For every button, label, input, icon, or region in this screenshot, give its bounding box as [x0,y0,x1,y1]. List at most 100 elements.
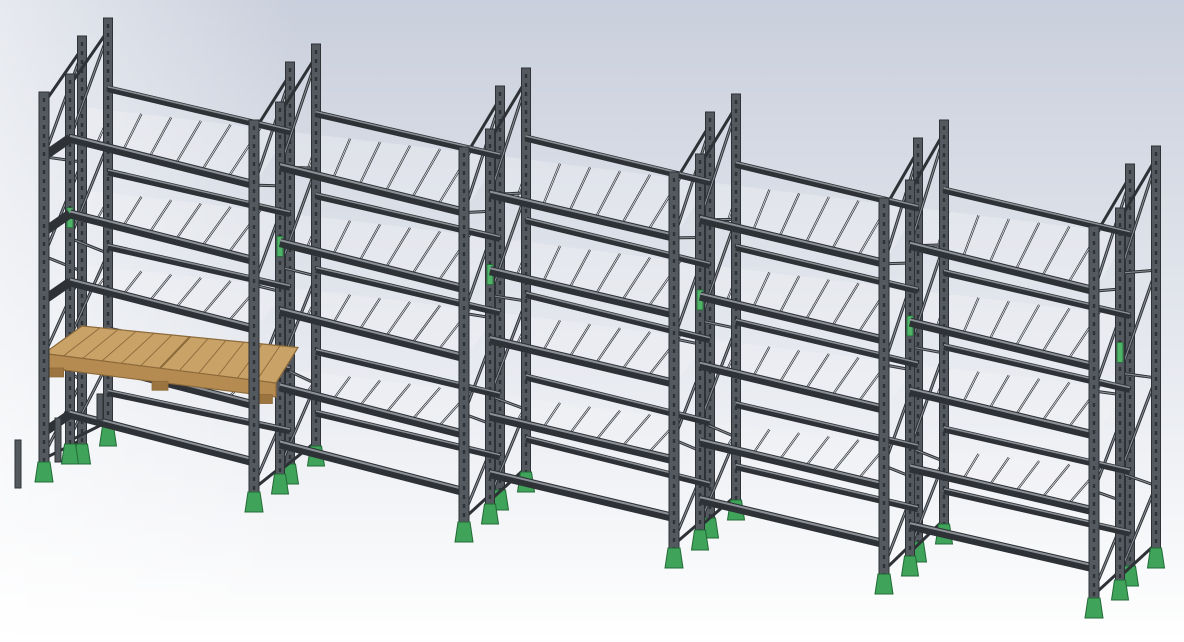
frame-4-front-post-top-hole [882,465,886,469]
frame-3-front-post-top-hole [672,394,676,398]
frame-5-front-post-top-hole [1092,259,1096,263]
frame-0-front-post-1-hole [68,170,72,174]
frame-3-back-post-0-hole [708,199,712,203]
frame-1-front-post-1-hole [278,459,282,463]
frame-2-front-post-top-hole [462,225,466,229]
frame-3-back-post-1-hole [734,262,738,266]
frame-2-back-post-0-hole [498,425,502,429]
cad-viewport[interactable] [0,0,1184,642]
frame-4-front-post-1-hole [908,366,912,370]
frame-5-back-post-0-hole [1128,296,1132,300]
frame-3-back-post-1-hole [734,109,738,113]
frame-4-front-post-top-hole [882,348,886,352]
frame-5-front-post-1-hole [1118,250,1122,254]
frame-1-back-post-1-hole [314,302,318,306]
rack-assembly-view [0,0,1184,642]
frame-2-back-post-0-hole [498,146,502,150]
frame-5-front-post-1-hole [1118,439,1122,443]
frame-1-back-post-0-hole [288,293,292,297]
frame-3-front-post-1-hole [698,385,702,389]
frame-3-back-post-1-hole [734,487,738,491]
frame-0-back-post-0-hole [80,384,84,388]
frame-1-back-post-1-hole [314,419,318,423]
frame-3-front-post-1-hole [698,196,702,200]
frame-1-front-post-1-foot-plate [270,473,290,495]
frame-2-front-post-top-hole [462,270,466,274]
frame-0-front-post-top-hole [42,152,46,156]
frame-0-front-post-top-hole [42,377,46,381]
frame-5-back-post-1-hole [1154,359,1158,363]
frame-3-back-post-1-hole [734,217,738,221]
frame-5-front-post-top-hole [1092,304,1096,308]
frame-4-front-post-1-hole [908,456,912,460]
frame-3-back-post-1-hole [734,235,738,239]
frame-4-front-post-1-hole [908,375,912,379]
frame-4-back-post-0-hole [916,198,920,202]
frame-5-back-post-1-hole [1154,287,1158,291]
frame-0-front-post-1-hole [68,107,72,111]
frame-4-front-post-1-hole [908,222,912,226]
frame-2-back-post-1-hole [524,182,528,186]
frame-1-front-post-top-hole [252,369,256,373]
frame-5-back-post-0-hole [1128,278,1132,282]
frame-1-front-post-1-hole [278,135,282,139]
frame-0-back-post-0-hole [80,321,84,325]
frame-4-back-post-0-hole [916,297,920,301]
frame-3-front-post-top-hole [672,529,676,533]
frame-2-front-post-top-hole [462,360,466,364]
frame-5-spacer-1 [1116,341,1124,363]
frame-5-back-post-1-hole [1154,332,1158,336]
frame-5-front-post-top-hole [1092,376,1096,380]
frame-2-back-post-1-hole [524,389,528,393]
frame-1-front-post-1-hole [278,216,282,220]
frame-1-front-post-top-hole [252,405,256,409]
frame-1-front-post-top-hole [252,171,256,175]
frame-5-back-post-1-hole [1154,305,1158,309]
frame-0-back-post-0-hole [80,159,84,163]
frame-0-back-post-0-hole [80,429,84,433]
frame-4-front-post-top-hole [882,519,886,523]
frame-0-front-post-top-hole [42,116,46,120]
frame-1-back-post-0-hole [288,203,292,207]
frame-4-front-post-top-hole [882,555,886,559]
frame-0-front-post-1-hole [68,188,72,192]
frame-1-front-post-top-hole [252,423,256,427]
frame-5-back-post-1-hole [1154,458,1158,462]
frame-1-front-post-1-hole [278,180,282,184]
frame-1-back-post-1-hole [314,230,318,234]
frame-5-front-post-1-hole [1118,394,1122,398]
frame-3-back-post-1-hole [734,208,738,212]
frame-4-front-post-1-hole [908,537,912,541]
frame-3-front-post-1-hole [698,313,702,317]
frame-0-front-post-1-hole [68,116,72,120]
frame-0-front-post-top-hole [42,386,46,390]
frame-2-front-post-top-hole [462,495,466,499]
frame-4-front-post-1-hole [908,231,912,235]
frame-5-front-post-top-hole [1092,439,1096,443]
frame-5-front-post-top-hole [1092,403,1096,407]
frame-1-back-post-0-hole [288,185,292,189]
frame-3-front-post-top-hole [672,187,676,191]
frame-5-back-post-1-hole [1154,314,1158,318]
frame-5-back-post-1-hole [1154,161,1158,165]
frame-3-back-post-0-hole [708,154,712,158]
frame-1-front-post-top-hole [252,207,256,211]
frame-0-front-post-top-hole [42,341,46,345]
frame-0-front-post-1-hole [68,269,72,273]
frame-4-back-post-0-hole [916,252,920,256]
frame-3-back-post-1-hole [734,118,738,122]
frame-3-front-post-1-hole [698,376,702,380]
frame-2-front-post-top-hole [462,342,466,346]
frame-3-back-post-0-hole [708,352,712,356]
frame-1-back-post-1-hole [314,365,318,369]
frame-5-back-post-0-hole [1128,215,1132,219]
frame-2-front-post-top-hole [462,243,466,247]
frame-3-front-post-top-hole [672,448,676,452]
frame-0-front-post-1-hole [68,197,72,201]
frame-2-front-post-1-hole [488,225,492,229]
frame-0-back-post-1-hole [106,267,110,271]
frame-3-back-post-0-hole [708,379,712,383]
frame-0-back-post-0-hole [80,231,84,235]
frame-5-back-post-0-hole [1128,395,1132,399]
frame-2-back-post-0-hole [498,92,502,96]
